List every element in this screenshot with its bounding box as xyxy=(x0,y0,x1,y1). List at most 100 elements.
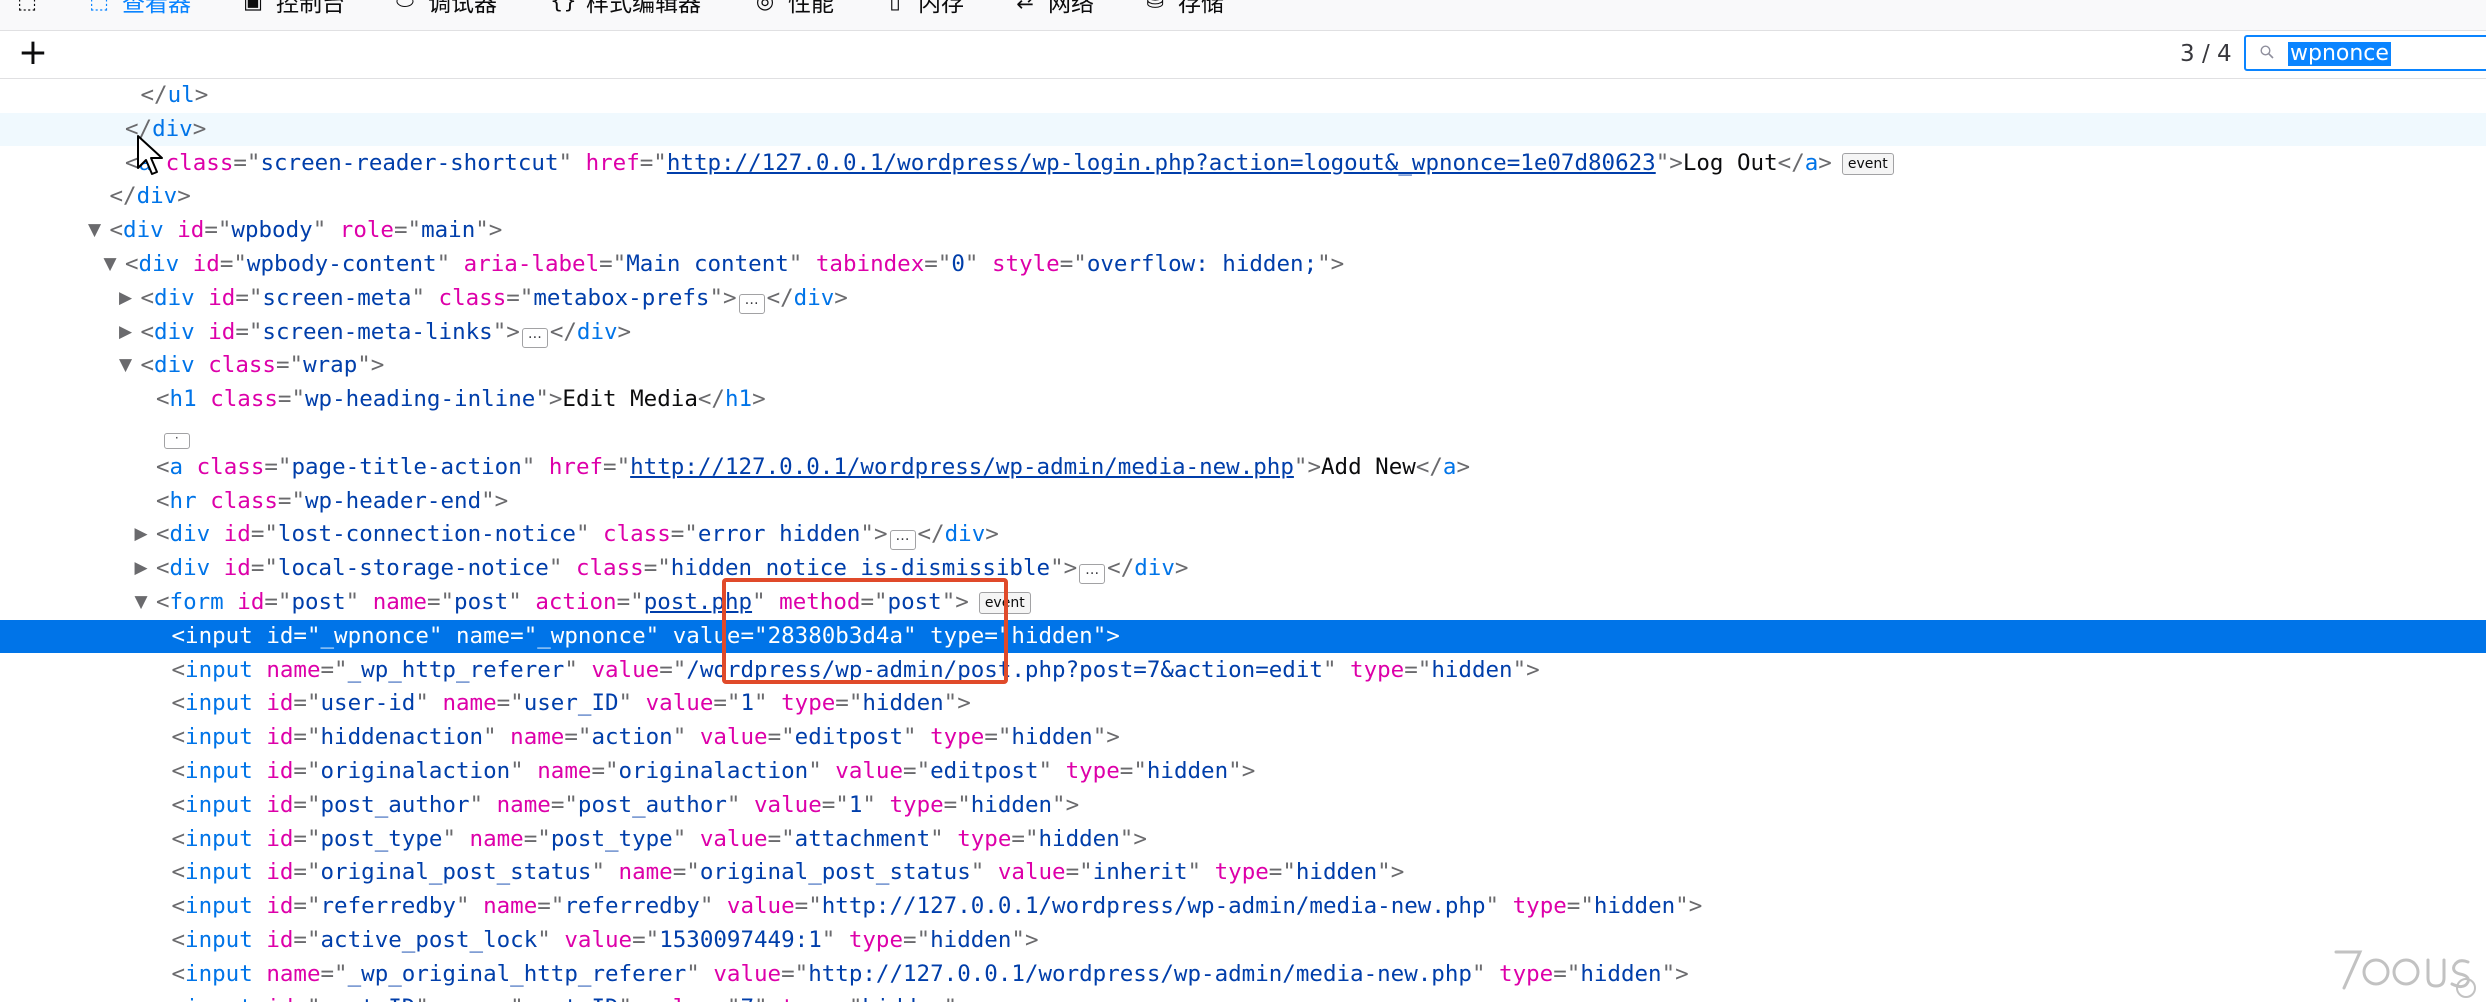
markup-node-row[interactable]: ▶ <div id="screen-meta-links">… </div> xyxy=(0,316,2486,349)
attr-value: http://127.0.0.1/wordpress/wp-admin/medi… xyxy=(808,961,1472,987)
markup-node-row[interactable]: ▶ <div id="lost-connection-notice" class=… xyxy=(0,518,2486,551)
tab-inspector[interactable]: ⬚ 查看器 xyxy=(86,0,191,18)
tab-performance[interactable]: ◎ 性能 xyxy=(752,0,834,18)
markup-node-row[interactable]: ▼ <div id="wpbody-content" aria-label="Ma… xyxy=(0,248,2486,281)
punctuation: " xyxy=(521,454,536,480)
attr-value: original_post_status xyxy=(699,859,971,885)
markup-node-row[interactable]: ▼ <form id="post" name="post" action="pos… xyxy=(0,586,2486,619)
markup-node-row[interactable]: <input id="user-id" name="user_ID" value… xyxy=(0,687,2486,720)
collapsed-children-ellipsis[interactable]: … xyxy=(1079,563,1106,584)
markup-node-row[interactable]: <hr class="wp-header-end"> xyxy=(0,485,2486,518)
markup-node-row[interactable]: ▶ <div id="local-storage-notice" class="h… xyxy=(0,552,2486,585)
markup-node-row[interactable]: <a class="screen-reader-shortcut" href="… xyxy=(0,147,2486,180)
tab-console[interactable]: ▣ 控制台 xyxy=(240,0,345,18)
markup-node-row[interactable]: <input id="_wpnonce" name="_wpnonce" val… xyxy=(0,620,2486,653)
text-node xyxy=(578,657,592,683)
attr-name: value xyxy=(699,724,768,750)
punctuation: < xyxy=(156,521,170,547)
punctuation: =" xyxy=(204,217,232,243)
collapsed-children-ellipsis[interactable]: … xyxy=(738,293,765,314)
tag-name: input xyxy=(185,995,253,1002)
text-node xyxy=(978,251,992,277)
attr-name: value xyxy=(713,961,782,987)
punctuation: "> xyxy=(1052,792,1080,818)
search-icon xyxy=(2260,45,2274,59)
text-node xyxy=(253,623,267,649)
text-node xyxy=(572,150,586,176)
attr-value: hidden xyxy=(1011,724,1093,750)
whitespace-text-node-icon[interactable]: · xyxy=(163,432,190,449)
markup-node-row[interactable]: <input id="original_post_status" name="o… xyxy=(0,856,2486,889)
text-node xyxy=(359,589,373,615)
markup-node-row[interactable]: <input id="originalaction" name="origina… xyxy=(0,755,2486,788)
punctuation: < xyxy=(171,657,186,683)
punctuation: " xyxy=(1187,859,1202,885)
markup-node-row[interactable]: <input id="post_ID" name="post_ID" value… xyxy=(0,992,2486,1002)
markup-node-row[interactable]: <input name="_wp_http_referer" value="/w… xyxy=(0,654,2486,687)
tab-debugger[interactable]: ⬭ 调试器 xyxy=(392,0,497,18)
markup-node-row[interactable]: </div> xyxy=(0,180,2486,213)
punctuation: < xyxy=(140,285,155,311)
tag-name: div xyxy=(152,116,193,142)
markup-node-row[interactable]: <input name="_wp_original_http_referer" … xyxy=(0,958,2486,991)
tab-storage[interactable]: ⛁ 存储 xyxy=(1142,0,1224,18)
markup-node-row[interactable]: <input id="post_author" name="post_autho… xyxy=(0,789,2486,822)
markup-node-row[interactable]: <input id="active_post_lock" value="1530… xyxy=(0,924,2486,957)
tag-name: div xyxy=(169,521,211,547)
punctuation: "> xyxy=(941,589,969,615)
markup-node-row[interactable]: <h1 class="wp-heading-inline">Edit Media… xyxy=(0,383,2486,416)
markup-node-row[interactable]: <input id="post_type" name="post_type" v… xyxy=(0,823,2486,856)
attr-link[interactable]: post.php xyxy=(644,589,752,615)
event-badge[interactable]: event xyxy=(1841,153,1894,175)
expand-triangle-icon[interactable]: ▼ xyxy=(84,214,106,247)
markup-node-row[interactable]: ▼ <div class="wrap"> xyxy=(0,349,2486,382)
attr-link[interactable]: http://127.0.0.1/wordpress/wp-admin/medi… xyxy=(630,454,1294,480)
markup-node-row[interactable]: </div> xyxy=(0,113,2486,146)
attr-name: class xyxy=(210,386,278,412)
expand-triangle-icon[interactable]: ▼ xyxy=(99,248,121,281)
markup-node-row[interactable]: </ul> xyxy=(0,79,2486,112)
punctuation: > xyxy=(177,183,191,209)
markup-node-row[interactable]: · xyxy=(0,417,2486,450)
expand-triangle-icon[interactable]: ▼ xyxy=(115,349,137,382)
collapsed-children-ellipsis[interactable]: … xyxy=(889,529,916,550)
markup-node-row[interactable]: ▶ <div id="screen-meta" class="metabox-pr… xyxy=(0,282,2486,315)
collapse-triangle-icon[interactable]: ▶ xyxy=(115,316,137,349)
text-node xyxy=(1052,758,1066,784)
markup-node-row[interactable]: <input id="hiddenaction" name="action" v… xyxy=(0,721,2486,754)
event-badge[interactable]: event xyxy=(978,592,1031,614)
tab-style-editor[interactable]: {} 样式编辑器 xyxy=(550,0,701,18)
attr-link[interactable]: http://127.0.0.1/wordpress/wp-login.php?… xyxy=(667,150,1656,176)
expand-triangle-icon[interactable]: ▼ xyxy=(130,586,152,619)
tab-network[interactable]: ⇄ 网络 xyxy=(1012,0,1094,18)
punctuation: =" xyxy=(713,995,740,1002)
collapse-triangle-icon[interactable]: ▶ xyxy=(115,282,137,315)
text-node: Edit Media xyxy=(562,386,698,412)
punctuation: " xyxy=(415,690,429,716)
attr-value: hidden xyxy=(1295,859,1378,885)
attr-value: wp-heading-inline xyxy=(305,386,536,412)
search-input-value[interactable]: wpnonce xyxy=(2288,42,2391,66)
markup-node-row[interactable]: ▼ <div id="wpbody" role="main"> xyxy=(0,214,2486,247)
punctuation: =" xyxy=(293,893,321,919)
tab-memory[interactable]: ▯ 内存 xyxy=(882,0,964,18)
collapsed-children-ellipsis[interactable]: … xyxy=(521,327,548,348)
markup-node-row[interactable]: <input id="referredby" name="referredby"… xyxy=(0,890,2486,923)
picker-tab[interactable]: ⬚ xyxy=(14,0,50,18)
add-node-button[interactable]: + xyxy=(16,35,50,73)
markup-node-row[interactable]: <a class="page-title-action" href="http:… xyxy=(0,451,2486,484)
collapse-triangle-icon[interactable]: ▶ xyxy=(130,518,152,551)
punctuation: > xyxy=(1818,150,1832,176)
node-markup: <input id="post_author" name="post_autho… xyxy=(172,789,1080,822)
punctuation: =" xyxy=(643,555,671,581)
punctuation: "> xyxy=(1119,826,1147,852)
attr-value: _wpnonce xyxy=(537,623,646,649)
punctuation: < xyxy=(171,826,186,852)
search-html-input[interactable]: wpnonce xyxy=(2244,35,2486,71)
text-node xyxy=(152,150,166,176)
attr-name: type xyxy=(1214,859,1269,885)
tag-name: a xyxy=(1442,454,1457,480)
attr-value: screen-reader-shortcut xyxy=(260,150,559,176)
punctuation: </ xyxy=(140,82,168,108)
collapse-triangle-icon[interactable]: ▶ xyxy=(130,552,152,585)
